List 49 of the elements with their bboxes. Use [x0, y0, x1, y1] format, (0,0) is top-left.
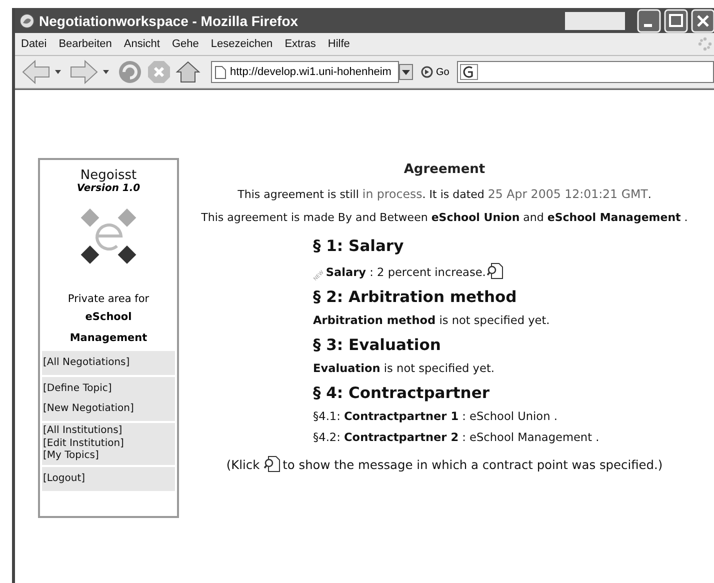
go-button[interactable]: Go	[417, 66, 454, 78]
dropdown-button[interactable]	[399, 64, 413, 80]
minimize-button[interactable]	[637, 8, 661, 32]
close-button[interactable]	[691, 8, 714, 32]
dropdown-caret-icon[interactable]	[103, 70, 109, 74]
app-title: Negoisst	[80, 168, 137, 183]
page-icon	[215, 66, 226, 78]
nav-link[interactable]: [All Institutions]	[43, 425, 122, 438]
address-field[interactable]: http://develop.wi1.uni-hohenheim	[211, 61, 399, 83]
nav-link[interactable]: [All Negotiations]	[43, 353, 130, 373]
nav-link[interactable]: [New Negotiation]	[43, 399, 134, 419]
window-title: Negotiationworkspace - Mozilla Firefox	[39, 12, 298, 28]
nav-link[interactable]: [Edit Institution]	[43, 438, 124, 450]
hint-text: to show the message in which a contract point was specified.)	[282, 458, 663, 472]
nav-link[interactable]: [My Topics]	[43, 450, 99, 462]
clause-text: Evaluation is not specified yet.	[313, 362, 494, 375]
area-label: Private area for	[68, 293, 150, 305]
nav-link[interactable]: [Logout]	[43, 468, 86, 488]
menu-item[interactable]: Bearbeiten	[54, 38, 120, 50]
search-engine-icon	[460, 64, 478, 80]
section-heading: § 4: Contractpartner	[313, 384, 490, 402]
home-icon[interactable]	[175, 60, 201, 84]
menu-item[interactable]: Hilfe	[324, 38, 358, 50]
firefox-icon	[19, 12, 35, 28]
magnifier-page-icon	[264, 456, 280, 472]
menu-item[interactable]: Extras	[280, 38, 324, 50]
maximize-button[interactable]	[664, 8, 688, 32]
title-field	[565, 12, 625, 30]
menu-item[interactable]: Ansicht	[120, 38, 168, 50]
status-text: This agreement is still in process. It is dated 25 Apr 2005 12:01:21 GMT.	[238, 187, 652, 201]
clause-text: §4.1: Contractpartner 1: eSchool Union .	[313, 410, 558, 423]
clause-text: Salary : 2 percent increase.	[326, 266, 486, 279]
section-heading: § 1: Salary	[313, 237, 405, 255]
menu-item[interactable]: Lesezeichen	[206, 38, 281, 50]
magnifier-page-icon[interactable]	[486, 263, 503, 279]
search-field[interactable]	[457, 61, 714, 83]
section-heading: § 2: Arbitration method	[313, 288, 518, 306]
page-heading: Agreement	[404, 162, 486, 177]
parties-text: This agreement is made By and Between eSchool Union and eSchool Management .	[201, 211, 688, 224]
menu-item[interactable]: Gehe	[168, 38, 207, 50]
hint-text: (Klick	[226, 458, 260, 472]
clause-text: Arbitration method is not specified yet.	[313, 314, 550, 327]
nav-link[interactable]: [Define Topic]	[43, 379, 112, 399]
institution-name: eSchool Management	[68, 310, 148, 346]
dropdown-caret-icon[interactable]	[55, 70, 61, 74]
version-label: Version 1.0	[76, 183, 140, 194]
menu-item[interactable]: Datei	[17, 38, 55, 50]
clause-text: §4.2: Contractpartner 2: eSchool Management .	[313, 431, 600, 444]
section-heading: § 3: Evaluation	[313, 336, 442, 354]
